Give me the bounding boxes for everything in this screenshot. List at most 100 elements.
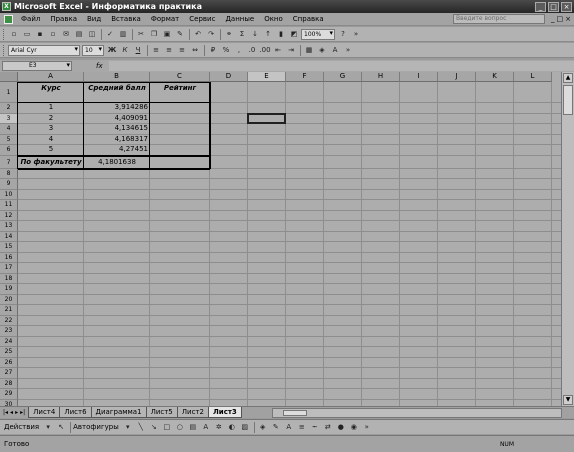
column-header[interactable]: D [210, 72, 248, 82]
row-header[interactable]: 20 [0, 294, 18, 305]
menu-file[interactable]: Файл [16, 15, 45, 23]
fx-icon[interactable]: fx [96, 62, 103, 70]
arrow-style-icon[interactable]: ⇄ [322, 422, 334, 433]
row-header[interactable]: 13 [0, 221, 18, 232]
formula-input[interactable] [108, 61, 574, 71]
format-painter-icon[interactable]: ✎ [174, 29, 186, 40]
new-document-icon[interactable]: ▫ [8, 29, 20, 40]
align-left-icon[interactable]: ≡ [150, 45, 162, 56]
course-cell[interactable]: 3 [18, 124, 84, 135]
hyperlink-icon[interactable]: ⚭ [223, 29, 235, 40]
scroll-thumb[interactable] [283, 409, 307, 416]
header-cell-average[interactable]: Средний балл [84, 82, 150, 103]
sheet-tab[interactable]: Лист6 [59, 407, 92, 418]
cut-icon[interactable]: ✂ [135, 29, 147, 40]
sheet-tab[interactable]: Лист5 [145, 407, 178, 418]
row-header[interactable]: 28 [0, 378, 18, 389]
font-color-icon[interactable]: A [283, 422, 295, 433]
dash-style-icon[interactable]: ┅ [309, 422, 321, 433]
scroll-thumb[interactable] [563, 85, 573, 115]
help-search-input[interactable]: Введите вопрос [453, 14, 545, 24]
header-cell-rating[interactable]: Рейтинг [150, 82, 210, 103]
toolbar-grip[interactable] [3, 28, 6, 40]
column-header[interactable]: J [438, 72, 476, 82]
row-header[interactable]: 18 [0, 273, 18, 284]
autosum-icon[interactable]: Σ [236, 29, 248, 40]
arrow-icon[interactable]: ↘ [148, 422, 160, 433]
menu-edit[interactable]: Правка [45, 15, 82, 23]
row-header[interactable]: 27 [0, 368, 18, 379]
increase-decimal-icon[interactable]: .0 [246, 45, 258, 56]
next-sheet-icon[interactable]: ▸ [15, 409, 18, 416]
sheet-tab[interactable]: Лист4 [28, 407, 61, 418]
menu-tools[interactable]: Сервис [184, 15, 220, 23]
chart-wizard-icon[interactable]: ▮ [275, 29, 287, 40]
maximize-button[interactable]: □ [548, 1, 559, 12]
course-cell[interactable]: 4 [18, 135, 84, 146]
average-cell[interactable]: 3,914286 [84, 103, 150, 114]
decrease-indent-icon[interactable]: ⇤ [272, 45, 284, 56]
name-box[interactable]: E3 [2, 61, 72, 71]
help-icon[interactable]: ? [337, 29, 349, 40]
row-header[interactable]: 21 [0, 305, 18, 316]
paste-icon[interactable]: ▣ [161, 29, 173, 40]
shadow-icon[interactable]: ● [335, 422, 347, 433]
prev-sheet-icon[interactable]: ◂ [10, 409, 13, 416]
column-header[interactable]: L [514, 72, 552, 82]
toolbar-options-icon[interactable]: » [342, 45, 354, 56]
menu-view[interactable]: Вид [82, 15, 106, 23]
spelling-icon[interactable]: ✓ [104, 29, 116, 40]
diagram-icon[interactable]: ✲ [213, 422, 225, 433]
row-header[interactable]: 11 [0, 200, 18, 211]
select-all-corner[interactable] [0, 72, 18, 82]
row-header[interactable]: 3 [0, 113, 18, 124]
bold-button[interactable]: Ж [106, 45, 118, 56]
percent-icon[interactable]: % [220, 45, 232, 56]
comma-style-icon[interactable]: , [233, 45, 245, 56]
column-header[interactable]: A [18, 72, 84, 82]
font-color-icon[interactable]: A [329, 45, 341, 56]
wordart-icon[interactable]: A [200, 422, 212, 433]
select-objects-icon[interactable]: ↖ [55, 422, 67, 433]
row-header[interactable]: 1 [0, 82, 18, 103]
currency-icon[interactable]: ₽ [207, 45, 219, 56]
email-icon[interactable]: ✉ [60, 29, 72, 40]
clipart-icon[interactable]: ◐ [226, 422, 238, 433]
column-header[interactable]: B [84, 72, 150, 82]
copy-icon[interactable]: ❐ [148, 29, 160, 40]
align-center-icon[interactable]: ≡ [163, 45, 175, 56]
vertical-scrollbar[interactable]: ▲ ▼ [561, 72, 574, 406]
sort-ascending-icon[interactable]: ↓ [249, 29, 261, 40]
row-header[interactable]: 16 [0, 252, 18, 263]
row-header[interactable]: 9 [0, 179, 18, 190]
row-header[interactable]: 12 [0, 210, 18, 221]
doc-restore-icon[interactable]: □ [557, 15, 564, 23]
actions-menu[interactable]: Действия [4, 423, 39, 431]
sheet-tab[interactable]: Лист2 [176, 407, 209, 418]
menu-data[interactable]: Данные [220, 15, 259, 23]
row-header[interactable]: 17 [0, 263, 18, 274]
sort-descending-icon[interactable]: ↑ [262, 29, 274, 40]
column-header[interactable]: I [400, 72, 438, 82]
open-folder-icon[interactable]: ▭ [21, 29, 33, 40]
row-header[interactable]: 7 [0, 155, 18, 169]
row-header[interactable]: 15 [0, 242, 18, 253]
menu-insert[interactable]: Вставка [106, 15, 146, 23]
fill-color-icon[interactable]: ◈ [316, 45, 328, 56]
active-cell-selection[interactable] [247, 112, 286, 124]
course-cell[interactable]: 2 [18, 114, 84, 125]
row-header[interactable]: 6 [0, 145, 18, 156]
column-header[interactable]: C [150, 72, 210, 82]
column-header[interactable]: F [286, 72, 324, 82]
print-preview-icon[interactable]: ◫ [86, 29, 98, 40]
3d-style-icon[interactable]: ◉ [348, 422, 360, 433]
row-header[interactable]: 8 [0, 168, 18, 179]
average-cell[interactable]: 4,168317 [84, 135, 150, 146]
row-header[interactable]: 23 [0, 326, 18, 337]
undo-icon[interactable]: ↶ [192, 29, 204, 40]
average-cell[interactable]: 4,409091 [84, 114, 150, 125]
average-cell[interactable]: 4,134615 [84, 124, 150, 135]
row-header[interactable]: 19 [0, 284, 18, 295]
row-header[interactable]: 25 [0, 347, 18, 358]
textbox-icon[interactable]: ▤ [187, 422, 199, 433]
